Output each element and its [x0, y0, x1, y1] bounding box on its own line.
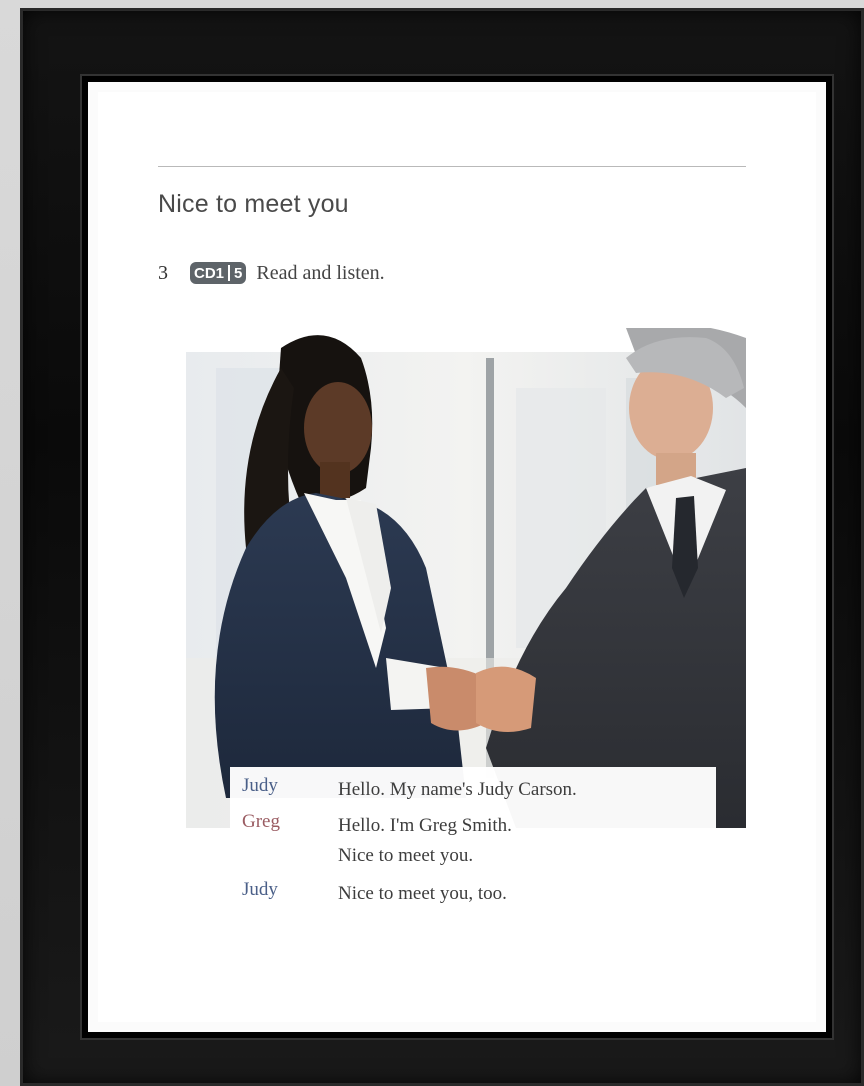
frame-border: Nice to meet you 3 CD1 5 Read and listen…: [82, 76, 832, 1038]
speech-text: Hello. I'm Greg Smith.: [338, 815, 512, 836]
cd-track-badge: CD1 5: [190, 262, 247, 284]
speaker-name: Greg: [242, 811, 280, 832]
top-rule: [158, 166, 746, 167]
exercise-number: 3: [158, 261, 168, 284]
cd-label: CD1: [194, 264, 225, 282]
dialogue-box: Judy Hello. My name's Judy Carson. Greg …: [230, 767, 716, 942]
handshake-photo: [186, 328, 746, 828]
speaker-name: Judy: [242, 775, 278, 796]
picture-frame: Nice to meet you 3 CD1 5 Read and listen…: [20, 8, 864, 1086]
badge-separator: [228, 265, 231, 281]
speech-text: Hello. My name's Judy Carson.: [338, 779, 577, 800]
exercise-instruction: Read and listen.: [256, 261, 385, 284]
frame-mat: Nice to meet you 3 CD1 5 Read and listen…: [98, 92, 816, 1022]
speech-text: Nice to meet you.: [338, 845, 474, 866]
textbook-page: Nice to meet you 3 CD1 5 Read and listen…: [158, 150, 746, 950]
speech-text: Nice to meet you, too.: [338, 883, 507, 904]
exercise-header: 3 CD1 5 Read and listen.: [158, 260, 385, 286]
lesson-title: Nice to meet you: [158, 190, 349, 218]
track-number: 5: [234, 264, 243, 282]
speaker-name: Judy: [242, 879, 278, 900]
